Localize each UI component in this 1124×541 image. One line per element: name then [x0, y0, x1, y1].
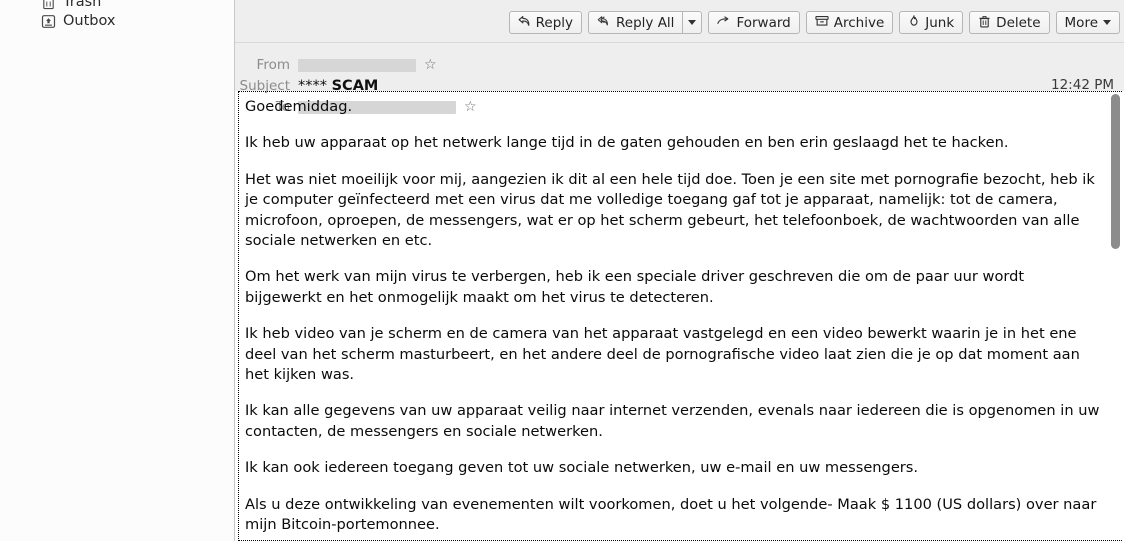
reply-all-button[interactable]: Reply All: [588, 11, 683, 34]
more-button[interactable]: More: [1055, 11, 1120, 34]
junk-button[interactable]: Junk: [899, 11, 964, 34]
message-pane: Reply Reply All Forward Archive Junk Del…: [235, 0, 1124, 541]
forward-button[interactable]: Forward: [708, 11, 800, 34]
forward-arrow-icon: [717, 15, 731, 30]
reply-all-label: Reply All: [616, 14, 675, 31]
from-address-redacted[interactable]: [298, 58, 416, 72]
archive-button[interactable]: Archive: [805, 11, 894, 34]
from-row: From ☆: [235, 56, 437, 74]
folder-sidebar: Trash Outbox: [0, 0, 235, 541]
sidebar-item-label: Trash: [63, 0, 102, 10]
sidebar-item-label: Outbox: [63, 13, 116, 29]
junk-flame-icon: [908, 14, 920, 31]
message-body-text: Goedemiddag. Ik heb uw apparaat op het ne…: [245, 97, 1100, 540]
reply-all-arrow-icon: [597, 15, 611, 30]
message-body-scrollbar[interactable]: [1108, 92, 1123, 540]
sidebar-item-outbox[interactable]: Outbox: [0, 10, 116, 32]
chevron-down-icon: [688, 20, 697, 25]
scrollbar-thumb[interactable]: [1111, 94, 1120, 249]
reply-arrow-icon: [518, 15, 531, 30]
message-paragraph: Om het werk van mijn virus te verbergen,…: [245, 268, 1025, 306]
message-body-container[interactable]: Goedemiddag. Ik heb uw apparaat op het ne…: [238, 91, 1122, 541]
message-toolbar: Reply Reply All Forward Archive Junk Del…: [235, 0, 1124, 43]
message-paragraph: Ik heb video van je scherm en de camera …: [245, 325, 1080, 384]
forward-label: Forward: [736, 14, 791, 31]
reply-button[interactable]: Reply: [508, 11, 583, 34]
outbox-icon: [40, 13, 56, 29]
trash-can-icon: [978, 15, 991, 31]
message-paragraph: Ik kan alle gegevens van uw apparaat vei…: [245, 402, 1100, 440]
trash-icon: [40, 0, 56, 10]
message-header-fields: From ☆ Subject **** SCAM To ☆ 12:42 PM: [235, 43, 1124, 115]
archive-label: Archive: [833, 14, 885, 31]
from-label: From: [256, 57, 290, 73]
message-paragraph: Als u deze ontwikkeling van evenementen …: [245, 495, 1097, 534]
reply-all-group: Reply All: [588, 11, 703, 34]
message-paragraph: Goedemiddag.: [245, 98, 353, 115]
reply-label: Reply: [535, 14, 574, 31]
message-paragraph: Het was niet moeilijk voor mij, aangezie…: [245, 170, 1095, 250]
star-outline-icon[interactable]: ☆: [424, 58, 437, 72]
junk-label: Junk: [925, 14, 955, 31]
chevron-down-icon: [1103, 20, 1111, 25]
reply-all-dropdown-button[interactable]: [682, 11, 703, 34]
message-paragraph: Ik heb uw apparaat op het netwerk lange …: [245, 134, 1009, 152]
delete-label: Delete: [996, 14, 1041, 31]
more-label: More: [1064, 14, 1098, 31]
archive-box-icon: [815, 15, 829, 30]
message-paragraph: Ik kan ook iedereen toegang geven tot uw…: [245, 459, 919, 477]
delete-button[interactable]: Delete: [969, 11, 1050, 34]
